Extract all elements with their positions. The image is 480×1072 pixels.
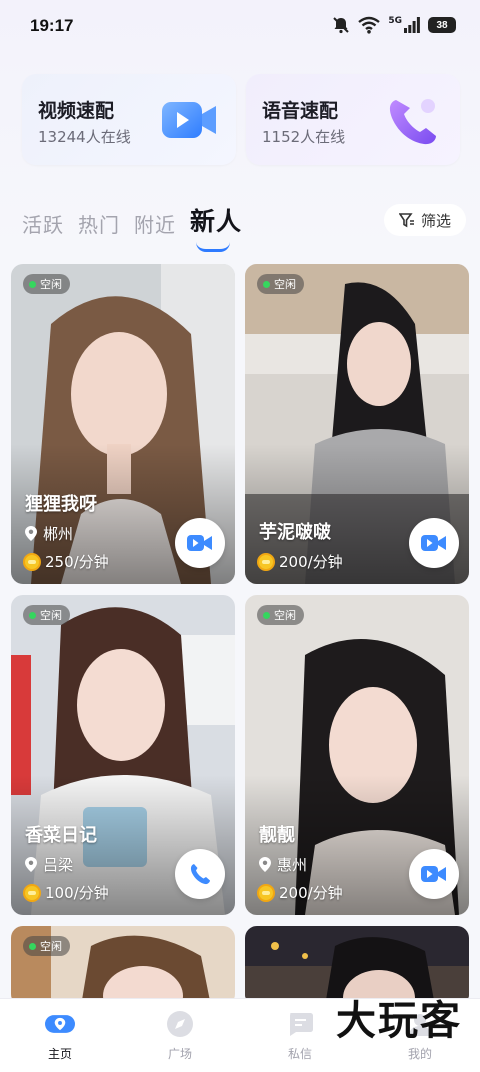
- price-label: 200/分钟: [279, 884, 343, 902]
- watermark: 大玩客: [336, 997, 462, 1044]
- nav-home[interactable]: 主页: [20, 1009, 100, 1062]
- video-call-button[interactable]: [175, 518, 225, 568]
- tab-nearby[interactable]: 附近: [134, 209, 176, 238]
- user-card[interactable]: 空闲 靓靓 惠州 200/分钟: [245, 595, 469, 915]
- status-badge: 空闲: [23, 936, 70, 956]
- phone-icon: [190, 864, 210, 885]
- location-pin-icon: [25, 526, 37, 541]
- filter-button[interactable]: 筛选: [384, 204, 466, 236]
- video-call-button[interactable]: [409, 849, 459, 899]
- user-name: 靓靓: [259, 825, 295, 846]
- price-label: 250/分钟: [45, 553, 109, 571]
- location-pin-icon: [259, 857, 271, 872]
- user-price: 250/分钟: [23, 551, 109, 572]
- status-bar: 19:17 5G 38: [0, 0, 480, 56]
- nav-messages[interactable]: 私信: [260, 1009, 340, 1062]
- user-card[interactable]: 空闲: [11, 926, 235, 1006]
- wifi-icon: [358, 16, 381, 34]
- user-card[interactable]: 空闲 芋泥啵啵 200/分钟: [245, 264, 469, 584]
- nav-plaza[interactable]: 广场: [140, 1009, 220, 1062]
- home-location-icon: [45, 1009, 75, 1039]
- video-match-card[interactable]: 视频速配 13244人在线: [22, 74, 236, 165]
- voice-match-card[interactable]: 语音速配 1152人在线: [246, 74, 460, 165]
- status-badge: 空闲: [257, 605, 304, 625]
- location-pin-icon: [25, 857, 37, 872]
- mute-bell-icon: [333, 17, 350, 34]
- user-price: 200/分钟: [257, 882, 343, 903]
- phone-icon: [389, 99, 436, 145]
- tab-active[interactable]: 活跃: [22, 209, 64, 238]
- status-badge: 空闲: [257, 274, 304, 294]
- status-label: 空闲: [40, 278, 62, 291]
- compass-icon: [165, 1009, 195, 1039]
- status-icons: 5G 38: [332, 16, 456, 34]
- nav-plaza-label: 广场: [167, 1047, 192, 1061]
- user-name: 香菜日记: [25, 825, 97, 846]
- user-location: 吕梁: [25, 854, 73, 875]
- tab-hot[interactable]: 热门: [78, 209, 120, 238]
- user-location: 惠州: [259, 854, 307, 875]
- filter-label: 筛选: [420, 211, 451, 230]
- user-price: 100/分钟: [23, 882, 109, 903]
- user-location: 郴州: [25, 523, 73, 544]
- coin-icon: [23, 883, 41, 902]
- user-card[interactable]: 空闲 香菜日记 吕梁 100/分钟: [11, 595, 235, 915]
- nav-profile-label: 我的: [407, 1047, 432, 1061]
- status-label: 空闲: [40, 940, 62, 953]
- nav-messages-label: 私信: [287, 1047, 312, 1061]
- coin-icon: [23, 552, 41, 571]
- status-label: 空闲: [40, 609, 62, 622]
- online-dot: [263, 280, 270, 288]
- online-dot: [263, 611, 270, 619]
- status-badge: 空闲: [23, 274, 70, 294]
- user-card[interactable]: 空闲 狸狸我呀 郴州 250/分钟: [11, 264, 235, 584]
- status-label: 空闲: [274, 278, 296, 291]
- status-badge: 空闲: [23, 605, 70, 625]
- online-dot: [29, 280, 36, 288]
- location-label: 吕梁: [43, 856, 74, 874]
- status-label: 空闲: [274, 609, 296, 622]
- voice-match-online-count: 1152人在线: [262, 128, 346, 146]
- video-match-online-count: 13244人在线: [38, 128, 131, 146]
- signal-icon: [404, 17, 420, 33]
- tab-active-indicator: [196, 242, 230, 252]
- message-icon: [285, 1009, 315, 1039]
- video-camera-icon: [187, 535, 212, 551]
- category-tabs: 活跃 热门 附近 新人: [22, 202, 243, 252]
- online-dot: [29, 942, 36, 950]
- user-price: 200/分钟: [257, 551, 343, 572]
- price-label: 100/分钟: [45, 884, 109, 902]
- voice-call-button[interactable]: [175, 849, 225, 899]
- price-label: 200/分钟: [279, 553, 343, 571]
- battery-indicator: 38: [428, 17, 456, 33]
- nav-home-label: 主页: [47, 1047, 72, 1061]
- user-name: 芋泥啵啵: [259, 522, 331, 543]
- video-call-button[interactable]: [409, 518, 459, 568]
- bottom-navigation: 主页 广场 私信 我的 大玩客: [0, 997, 480, 1072]
- status-time: 19:17: [30, 16, 74, 35]
- online-dot: [29, 611, 36, 619]
- tab-newcomers-label: 新人: [190, 207, 243, 236]
- video-camera-icon: [421, 535, 446, 551]
- coin-icon: [257, 883, 275, 902]
- video-camera-icon: [162, 102, 216, 138]
- video-camera-icon: [421, 866, 446, 882]
- voice-match-title: 语音速配: [262, 100, 339, 122]
- coin-icon: [257, 552, 275, 571]
- filter-icon: [398, 213, 414, 228]
- location-label: 郴州: [43, 525, 74, 543]
- user-name: 狸狸我呀: [25, 494, 97, 515]
- location-label: 惠州: [277, 856, 308, 874]
- video-match-title: 视频速配: [38, 100, 115, 122]
- network-type: 5G: [388, 16, 402, 26]
- tab-newcomers[interactable]: 新人: [190, 202, 243, 252]
